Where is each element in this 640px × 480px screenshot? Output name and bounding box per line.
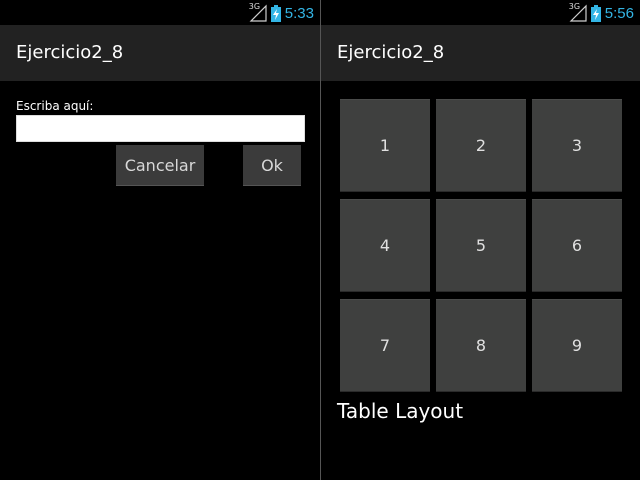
key-2-button[interactable]: 2 [436,99,526,192]
action-bar: Ejercicio2_8 [321,25,640,81]
layout-caption: Table Layout [337,399,464,423]
key-3-button[interactable]: 3 [532,99,622,192]
screen-right: 3G 5:56 Ejercicio2_8 1 2 3 4 5 6 7 8 9 T… [321,0,640,480]
text-input[interactable] [16,115,305,142]
signal-3g-icon: 3G [569,2,587,22]
signal-3g-icon: 3G [249,2,267,22]
key-6-button[interactable]: 6 [532,199,622,292]
cancel-button[interactable]: Cancelar [116,145,204,186]
action-bar: Ejercicio2_8 [0,25,320,81]
status-bar: 3G 5:56 [321,0,640,25]
ok-button[interactable]: Ok [243,145,301,186]
key-9-button[interactable]: 9 [532,299,622,392]
status-clock: 5:56 [604,4,634,22]
key-1-button[interactable]: 1 [340,99,430,192]
status-bar: 3G 5:33 [0,0,320,25]
status-clock: 5:33 [284,4,314,22]
key-5-button[interactable]: 5 [436,199,526,292]
key-4-button[interactable]: 4 [340,199,430,292]
key-7-button[interactable]: 7 [340,299,430,392]
battery-charging-icon [270,4,281,22]
app-title: Ejercicio2_8 [337,42,445,63]
battery-charging-icon [590,4,601,22]
input-label: Escriba aquí: [16,99,94,113]
app-title: Ejercicio2_8 [16,42,124,63]
screen-left: 3G 5:33 Ejercicio2_8 Escriba aquí: Cance… [0,0,320,480]
key-8-button[interactable]: 8 [436,299,526,392]
